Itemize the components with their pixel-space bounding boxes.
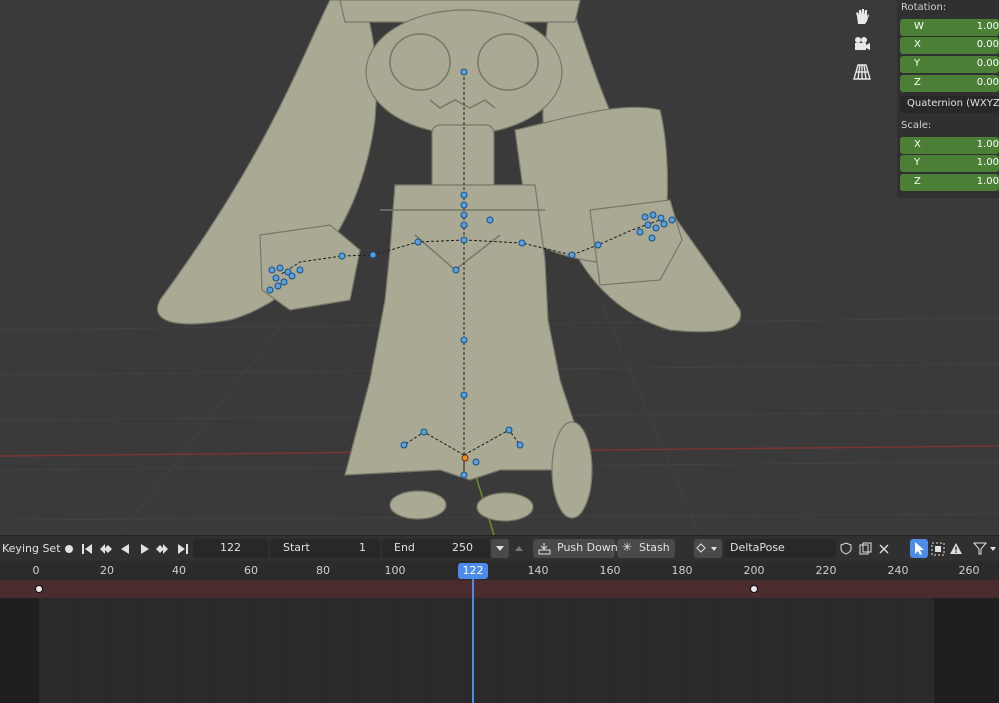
box-select-icon[interactable] (930, 539, 946, 558)
push-down-icon (538, 543, 551, 555)
stash-icon: ✳ (622, 540, 633, 554)
play-reverse-icon[interactable] (117, 539, 133, 558)
grid-line (467, 580, 468, 703)
frame-tick: 200 (743, 564, 765, 577)
rotation-z-field[interactable]: Z 0.00 (900, 75, 999, 92)
stash-label: Stash (639, 541, 670, 554)
frame-ruler[interactable]: 0 20 40 60 80 100 140 160 180 200 220 24… (0, 561, 999, 580)
prev-keyframe-icon[interactable] (97, 539, 113, 558)
grid-line (215, 580, 216, 703)
chevron-up-icon[interactable] (510, 539, 528, 558)
frame-tick: 180 (671, 564, 693, 577)
warning-icon[interactable] (948, 539, 964, 558)
end-label: End (394, 541, 415, 554)
end-value: 250 (452, 541, 473, 554)
out-of-range-shade (934, 580, 999, 703)
grid-line (431, 580, 432, 703)
keyframe-marker[interactable] (35, 585, 43, 593)
fake-user-shield-icon[interactable] (838, 539, 854, 558)
scale-x-field[interactable]: X 1.00 (900, 137, 999, 154)
timeline-area[interactable] (0, 580, 999, 703)
playhead-frame-badge[interactable]: 122 (458, 563, 488, 579)
scene-render (0, 0, 999, 535)
frame-tick: 0 (32, 564, 40, 577)
start-label: Start (283, 541, 310, 554)
grid-line (287, 580, 288, 703)
jump-end-icon[interactable] (175, 539, 191, 558)
frame-tick: 40 (172, 564, 186, 577)
chevron-down-icon[interactable] (491, 539, 509, 558)
push-down-button[interactable]: Push Down (533, 539, 618, 558)
grid-line (826, 580, 827, 703)
rotation-label: Rotation: (901, 2, 947, 13)
frame-tick: 160 (599, 564, 621, 577)
rotation-mode-select[interactable]: Quaternion (WXYZ) (900, 96, 999, 113)
frame-tick: 240 (887, 564, 909, 577)
scale-z-field[interactable]: Z 1.00 (900, 174, 999, 191)
out-of-range-shade (0, 580, 39, 703)
action-browse-icon[interactable] (694, 539, 722, 558)
grid-line (790, 580, 791, 703)
grid-line (862, 580, 863, 703)
start-frame-field[interactable]: Start 1 (270, 539, 380, 558)
grid-line (718, 580, 719, 703)
rotation-y-field[interactable]: Y 0.00 (900, 56, 999, 73)
scale-y-field[interactable]: Y 1.00 (900, 155, 999, 172)
play-icon[interactable] (137, 539, 153, 558)
jump-start-icon[interactable] (79, 539, 95, 558)
duplicate-icon[interactable] (857, 539, 873, 558)
scale-label: Scale: (901, 120, 932, 131)
grid-line (574, 580, 575, 703)
rotation-w-field[interactable]: W 1.00 (900, 19, 999, 36)
end-frame-field[interactable]: End 250 (382, 539, 490, 558)
grid-line (395, 580, 396, 703)
frame-tick: 80 (316, 564, 330, 577)
keyframe-marker[interactable] (750, 585, 758, 593)
filter-icon[interactable] (972, 539, 998, 558)
stash-button[interactable]: ✳ Stash (617, 539, 675, 558)
camera-icon[interactable] (849, 32, 875, 56)
grid-line (107, 580, 108, 703)
rotation-x-field[interactable]: X 0.00 (900, 37, 999, 54)
start-value: 1 (359, 541, 366, 554)
playhead-line[interactable] (472, 570, 474, 703)
grid-line (143, 580, 144, 703)
grid-line (502, 580, 503, 703)
current-frame-field[interactable]: 122 (193, 539, 268, 558)
frame-tick: 140 (527, 564, 549, 577)
grid-line (754, 580, 755, 703)
close-icon[interactable] (876, 539, 892, 558)
action-name-field[interactable]: DeltaPose (724, 539, 836, 558)
frame-tick: 60 (244, 564, 258, 577)
next-keyframe-icon[interactable] (155, 539, 171, 558)
timeline-header: Keying Set 122 Start 1 End 250 Push Down… (0, 535, 999, 561)
frame-tick: 100 (384, 564, 406, 577)
grid-line (610, 580, 611, 703)
perspective-grid-icon[interactable] (849, 60, 875, 84)
transform-sidebar: Rotation: W 1.00 X 0.00 Y 0.00 Z 0.00 Quater… (897, 0, 999, 198)
3d-viewport[interactable]: Rotation: W 1.00 X 0.00 Y 0.00 Z 0.00 Quater… (0, 0, 999, 535)
grid-line (898, 580, 899, 703)
hand-pan-icon[interactable] (849, 4, 875, 28)
frame-tick: 220 (815, 564, 837, 577)
summary-channel-row[interactable] (0, 580, 999, 598)
grid-line (682, 580, 683, 703)
record-icon[interactable] (61, 539, 77, 558)
frame-tick: 260 (958, 564, 980, 577)
keying-set-label[interactable]: Keying Set (2, 542, 61, 561)
grid-line (359, 580, 360, 703)
grid-line (179, 580, 180, 703)
grid-line (72, 580, 73, 703)
grid-line (538, 580, 539, 703)
select-tool-icon[interactable] (910, 539, 928, 558)
frame-tick: 20 (100, 564, 114, 577)
grid-line (251, 580, 252, 703)
grid-line (323, 580, 324, 703)
grid-line (646, 580, 647, 703)
push-down-label: Push Down (557, 541, 618, 554)
